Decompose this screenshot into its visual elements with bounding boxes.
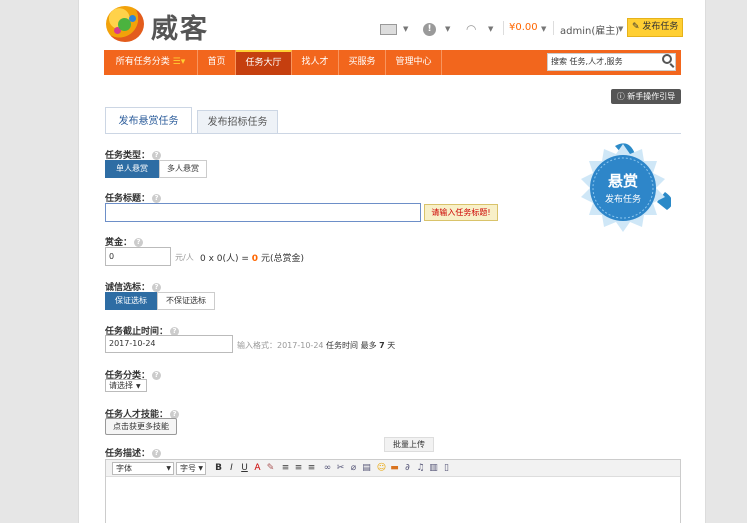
rss-icon[interactable]: ◠ — [466, 22, 476, 36]
category-select[interactable]: 请选择 ▼ — [105, 379, 147, 392]
video-icon[interactable]: ▥ — [428, 462, 439, 474]
nav-buy-service[interactable]: 买服务 — [339, 50, 386, 75]
link-icon[interactable]: ∞ — [322, 462, 333, 474]
batch-upload-tooltip: 批量上传 — [384, 437, 434, 452]
description-editor[interactable]: 字体 ▼ 字号 ▼ B I U A ✎ ≡ ≡ ≡ ∞ ✂ ⌀ ▤ ☺ ▬ ∂ ♫ … — [105, 459, 681, 523]
single-reward-option[interactable]: 单人悬赏 — [105, 160, 159, 178]
chevron-down-icon[interactable]: ▼ — [403, 25, 408, 33]
image-icon[interactable]: ▬ — [389, 462, 400, 474]
page: 威客 ▼ ! ▼ ◠ ▼ ¥0.00 ▼ admin(雇主) ▼ ✎ 发布任务 … — [78, 0, 706, 523]
unlink-icon[interactable]: ✂ — [335, 462, 346, 474]
help-icon[interactable]: ? — [152, 449, 162, 458]
align-right-icon[interactable]: ≡ — [306, 462, 317, 474]
highlight-icon[interactable]: ✎ — [265, 462, 276, 474]
chevron-down-icon: ▼ — [136, 383, 141, 390]
logo-text[interactable]: 威客 — [151, 7, 209, 46]
help-icon[interactable]: ? — [152, 283, 162, 292]
nav-task-hall[interactable]: 任务大厅 — [236, 50, 292, 75]
nav-home[interactable]: 首页 — [198, 50, 236, 75]
notice-icon[interactable]: ! — [423, 23, 436, 36]
table-icon[interactable]: ▤ — [361, 462, 372, 474]
search-icon[interactable] — [662, 54, 672, 64]
multi-reward-option[interactable]: 多人悬赏 — [159, 160, 207, 178]
italic-icon[interactable]: I — [226, 462, 237, 474]
list-icon: ☰▾ — [172, 57, 186, 67]
clear-format-icon[interactable]: ⌀ — [348, 462, 359, 474]
chevron-down-icon[interactable]: ▼ — [618, 25, 623, 33]
help-icon[interactable]: ? — [152, 194, 162, 203]
search-input[interactable]: 搜索 任务,人才,服务 — [547, 53, 676, 71]
badge-subtitle: 发布任务 — [604, 195, 641, 205]
info-icon: ⓘ — [616, 92, 625, 101]
help-icon[interactable]: ? — [152, 371, 162, 380]
reward-input[interactable]: 0 — [105, 247, 171, 266]
category-menu[interactable]: 所有任务分类 ☰▾ — [104, 50, 198, 75]
help-icon[interactable]: ? — [152, 151, 162, 160]
logo-icon[interactable] — [106, 6, 144, 42]
pencil-icon: ✎ — [632, 22, 640, 32]
align-center-icon[interactable]: ≡ — [293, 462, 304, 474]
balance-link[interactable]: ¥0.00 — [509, 22, 538, 33]
newbie-guide-button[interactable]: ⓘ 新手操作引导 — [611, 89, 681, 104]
reward-formula: 0 x 0(人) = 0 元(总赏金) — [200, 254, 304, 264]
task-title-input[interactable] — [105, 203, 421, 222]
deadline-hint: 输入格式：2017-10-24 任务时间 最多 7 天 — [237, 341, 396, 350]
guaranteed-option[interactable]: 保证选标 — [105, 292, 157, 310]
nav-admin-center[interactable]: 管理中心 — [386, 50, 442, 75]
divider — [503, 21, 504, 35]
emoji-icon[interactable]: ☺ — [376, 462, 387, 474]
editor-toolbar: 字体 ▼ 字号 ▼ B I U A ✎ ≡ ≡ ≡ ∞ ✂ ⌀ ▤ ☺ ▬ ∂ ♫ … — [106, 460, 680, 477]
main-nav: 所有任务分类 ☰▾ 首页 任务大厅 找人才 买服务 管理中心 搜索 任务,人才,… — [104, 50, 681, 75]
not-guaranteed-option[interactable]: 不保证选标 — [157, 292, 215, 310]
mail-icon[interactable] — [380, 24, 397, 35]
chevron-down-icon[interactable]: ▼ — [488, 25, 493, 33]
align-left-icon[interactable]: ≡ — [280, 462, 291, 474]
divider — [553, 21, 554, 35]
font-color-icon[interactable]: A — [252, 462, 263, 474]
nav-find-talent[interactable]: 找人才 — [292, 50, 339, 75]
chevron-down-icon[interactable]: ▼ — [541, 25, 546, 33]
font-select[interactable]: 字体 ▼ — [112, 462, 174, 475]
tab-bid-task[interactable]: 发布招标任务 — [197, 110, 278, 134]
tab-divider — [105, 133, 681, 134]
bold-icon[interactable]: B — [213, 462, 224, 474]
more-skills-button[interactable]: 点击获更多技能 — [105, 418, 177, 435]
underline-icon[interactable]: U — [239, 462, 250, 474]
reward-unit: 元/人 — [175, 253, 194, 262]
description-label: 任务描述：? — [105, 446, 162, 459]
badge-title: 悬赏 — [607, 172, 638, 190]
deadline-input[interactable]: 2017-10-24 — [105, 335, 233, 353]
task-title-error: 请输入任务标题! — [424, 204, 498, 221]
chevron-down-icon[interactable]: ▼ — [445, 25, 450, 33]
help-icon[interactable]: ? — [134, 238, 144, 247]
user-menu[interactable]: admin(雇主) — [560, 22, 619, 37]
post-task-button[interactable]: ✎ 发布任务 — [627, 18, 683, 37]
tab-reward-task[interactable]: 发布悬赏任务 — [105, 107, 192, 134]
attachment-icon[interactable]: ∂ — [402, 462, 413, 474]
file-icon[interactable]: ▯ — [441, 462, 452, 474]
music-icon[interactable]: ♫ — [415, 462, 426, 474]
size-select[interactable]: 字号 ▼ — [176, 462, 206, 475]
